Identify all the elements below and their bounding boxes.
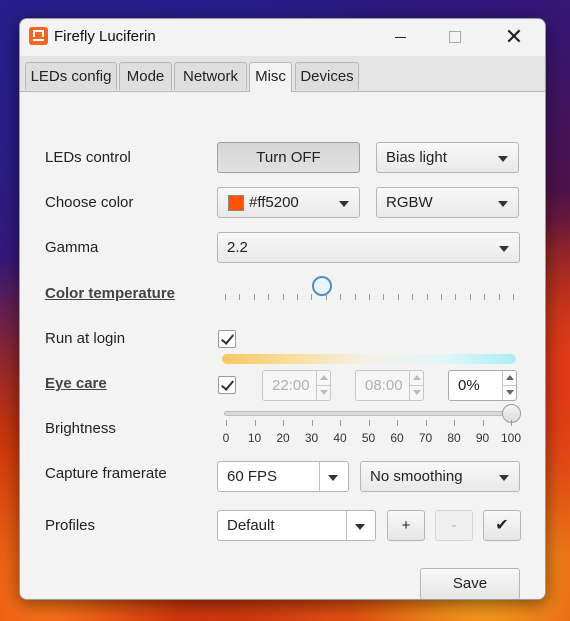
eye-care-percent-value: 0% [458,377,480,394]
effect-mode-value: Bias light [386,149,447,166]
color-picker[interactable]: #ff5200 [217,187,360,218]
effect-mode-select[interactable]: Bias light [376,142,519,173]
smoothing-select[interactable]: No smoothing [360,461,520,492]
run-at-login-label: Run at login [45,330,126,347]
decrement-icon [409,385,423,400]
brightness-tick-label: 50 [361,431,376,445]
choose-color-label: Choose color [45,194,134,211]
app-window: Firefly Luciferin ✕ LEDs config Mode Net… [19,18,546,600]
color-value: #ff5200 [249,194,299,211]
decrement-icon[interactable] [502,385,516,400]
tab-bar: LEDs config Mode Network Misc Devices [20,56,545,92]
brightness-tick-label: 40 [333,431,347,445]
run-at-login-checkbox[interactable] [218,330,236,348]
brightness-tick [226,420,227,426]
chevron-down-icon [498,201,508,207]
chevron-down-icon [499,246,509,252]
brightness-tick [254,420,256,426]
brightness-tick-label: 0 [222,431,230,445]
capture-framerate-label: Capture framerate [45,465,167,482]
color-temperature-track[interactable] [222,354,516,364]
profiles-label: Profiles [45,517,96,534]
tab-misc[interactable]: Misc [249,62,292,92]
gamma-select[interactable]: 2.2 [217,232,520,263]
combo-divider [319,462,320,491]
decrement-icon [316,385,330,400]
chevron-down-icon [498,156,508,162]
chevron-down-icon [328,475,338,481]
start-time-value: 22:00 [272,377,310,394]
framerate-value: 60 FPS [227,468,278,485]
color-temperature-knob[interactable] [311,276,332,296]
leds-control-label: LEDs control [45,149,131,166]
tab-mode[interactable]: Mode [119,62,172,90]
brightness-tick [368,420,370,426]
color-format-select[interactable]: RGBW [376,187,519,218]
app-icon [29,27,48,45]
gamma-value: 2.2 [227,239,248,256]
brightness-tick-label: 90 [475,431,490,445]
brightness-tick [482,420,484,426]
eye-care-checkbox[interactable] [218,376,236,394]
profile-value: Default [227,517,275,534]
eye-care-label[interactable]: Eye care [45,375,107,392]
end-time-value: 08:00 [365,377,403,394]
brightness-tick [311,420,313,426]
brightness-label: Brightness [45,420,116,437]
color-swatch [228,195,244,211]
brightness-ticks [226,420,512,426]
turn-off-button[interactable]: Turn OFF [217,142,360,173]
brightness-tick [340,420,341,426]
gamma-label: Gamma [45,239,99,256]
brightness-tick [511,420,512,426]
tab-leds-config[interactable]: LEDs config [25,62,117,90]
increment-icon[interactable] [502,371,516,386]
color-format-value: RGBW [386,194,433,211]
minimize-button[interactable] [377,19,423,55]
minimize-icon [394,36,406,38]
add-profile-button[interactable]: + [387,510,425,541]
brightness-tick [454,420,455,426]
brightness-tick [397,420,398,426]
tab-network[interactable]: Network [174,62,247,90]
brightness-tick-label: 20 [276,431,290,445]
brightness-tick-label: 80 [447,431,461,445]
misc-panel: LEDs control Turn OFF Bias light Choose … [20,92,545,599]
brightness-tick-label: 60 [390,431,404,445]
chevron-down-icon [339,201,349,207]
window-title: Firefly Luciferin [54,28,156,45]
increment-icon [409,371,423,386]
chevron-down-icon [355,524,365,530]
close-button[interactable]: ✕ [491,19,537,55]
apply-profile-button[interactable]: ✔ [483,510,521,541]
close-icon: ✕ [504,24,524,49]
brightness-tick [425,420,427,426]
profile-select[interactable]: Default [217,510,376,541]
tab-devices[interactable]: Devices [295,62,359,90]
increment-icon [316,371,330,386]
smoothing-value: No smoothing [370,468,463,485]
eye-care-end-time: 08:00 [355,370,424,401]
color-temperature-label[interactable]: Color temperature [45,285,175,302]
brightness-tick-label: 10 [247,431,262,445]
brightness-tick-label: 30 [304,431,319,445]
brightness-tick [283,420,284,426]
maximize-icon [449,31,461,44]
maximize-button[interactable] [432,19,478,55]
save-button[interactable]: Save [420,568,520,599]
eye-care-start-time: 22:00 [262,370,331,401]
title-bar[interactable]: Firefly Luciferin ✕ [20,19,545,55]
eye-care-percent-spinner[interactable]: 0% [448,370,517,401]
chevron-down-icon [499,475,509,481]
framerate-select[interactable]: 60 FPS [217,461,349,492]
remove-profile-button[interactable]: - [435,510,473,541]
combo-divider [346,511,347,540]
brightness-tick-label: 100 [500,431,522,445]
brightness-track[interactable] [224,411,517,416]
brightness-tick-label: 70 [418,431,433,445]
color-temperature-ticks [225,294,515,300]
